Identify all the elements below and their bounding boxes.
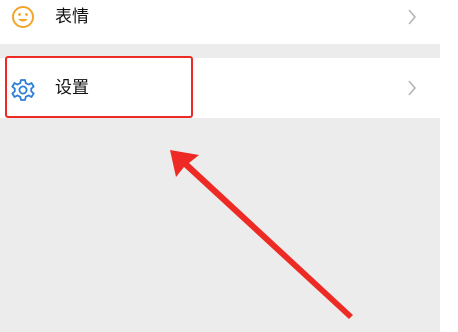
menu-item-emoji-label: 表情	[55, 7, 89, 27]
menu-item-emoji[interactable]: 表情	[0, 0, 440, 44]
highlight-box	[5, 56, 193, 118]
chevron-right-icon	[408, 9, 417, 25]
red-arrow-annotation	[170, 150, 353, 319]
smiley-icon	[12, 6, 34, 28]
chevron-right-icon	[408, 80, 417, 96]
right-edge-strip	[440, 0, 458, 332]
